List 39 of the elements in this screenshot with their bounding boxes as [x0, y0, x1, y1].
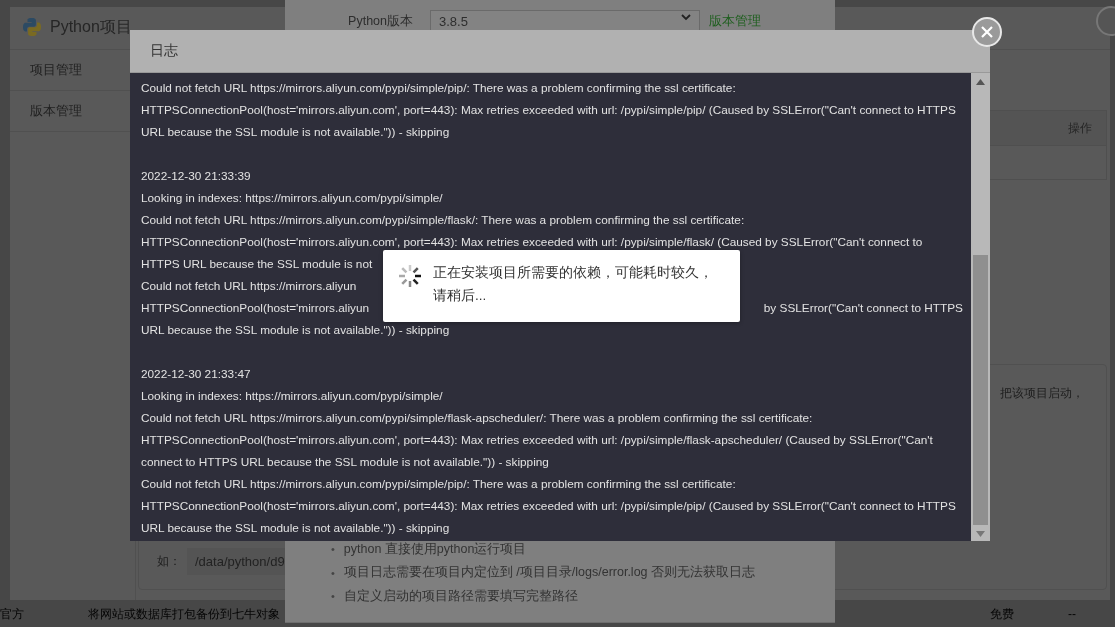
scroll-up-icon[interactable]	[976, 79, 985, 85]
log-line: by SSLError("Can't connect to HTTPS	[763, 300, 963, 317]
loading-message: 正在安装项目所需要的依赖，可能耗时较久，请稍后...	[433, 264, 714, 305]
log-line: HTTPSConnectionPool(host='mirrors.aliyun	[141, 300, 370, 317]
log-line: Could not fetch URL https://mirrors.aliyun.com/pypi/simple/flask-apscheduler/: There was a problem confirming the ssl certificate:	[141, 410, 813, 427]
table-cell-text: 免费	[990, 605, 1015, 623]
python-version-label: Python版本	[347, 13, 414, 28]
scroll-down-icon[interactable]	[976, 531, 985, 537]
log-line: Looking in indexes: https://mirrors.aliyun.com/pypi/simple/	[141, 388, 443, 405]
scrollbar[interactable]	[971, 73, 990, 541]
log-line: HTTPSConnectionPool(host='mirrors.aliyun.com', port=443): Max retries exceeded with url: /pypi/simple/flask-apscheduler/ (Caused by SSLError("Can't	[141, 432, 933, 449]
path-label: 如：	[157, 553, 181, 570]
dialog-title: 日志	[150, 42, 178, 60]
python-logo-icon	[22, 17, 42, 37]
log-line: connect to HTTPS URL because the SSL module is not available.")) - skipping	[141, 454, 549, 471]
log-line: Could not fetch URL https://mirrors.aliyun.com/pypi/simple/pip/: There was a problem confirming the ssl certificate:	[141, 80, 736, 97]
log-line: URL because the SSL module is not available.")) - skipping	[141, 520, 450, 537]
log-line: Could not fetch URL https://mirrors.aliyun	[141, 278, 357, 295]
version-manage-link[interactable]: 版本管理	[709, 10, 761, 28]
log-line: Looking in indexes: https://mirrors.aliyun.com/pypi/simple/	[141, 190, 443, 207]
table-cell-text: 官方	[0, 605, 25, 623]
log-line: 2022-12-30 21:33:47	[141, 366, 251, 383]
chevron-down-icon	[681, 14, 691, 21]
table-cell-text: --	[1068, 607, 1077, 621]
spinner-icon	[397, 263, 423, 289]
log-line: URL because the SSL module is not available.")) - skipping	[141, 124, 450, 141]
tip-text: 自定义启动的项目路径需要填写完整路径	[343, 588, 578, 604]
scroll-thumb[interactable]	[973, 255, 988, 525]
log-line: HTTPSConnectionPool(host='mirrors.aliyun.com', port=443): Max retries exceeded with url: /pypi/simple/flask/ (Caused by SSLError("Can't connect to	[141, 234, 923, 251]
close-icon	[980, 25, 994, 39]
log-line: HTTPSConnectionPool(host='mirrors.aliyun.com', port=443): Max retries exceeded with url: /pypi/simple/pip/ (Caused by SSLError("Can't connect to HTTPS	[141, 498, 956, 515]
log-line: HTTPS URL because the SSL module is not	[141, 256, 373, 273]
bullet: •	[331, 589, 335, 605]
log-line: 2022-12-30 21:33:39	[141, 168, 251, 185]
log-line: Could not fetch URL https://mirrors.aliyun.com/pypi/simple/pip/: There was a problem confirming the ssl certificate:	[141, 476, 736, 493]
table-cell-text: 将网站或数据库打包备份到七牛对象	[88, 605, 281, 623]
log-line: URL because the SSL module is not available.")) - skipping	[141, 322, 450, 339]
log-line: Could not fetch URL https://mirrors.aliyun.com/pypi/simple/flask/: There was a problem confirming the ssl certificate:	[141, 212, 745, 229]
log-line: HTTPSConnectionPool(host='mirrors.aliyun.com', port=443): Max retries exceeded with url: /pypi/simple/pip/ (Caused by SSLError("Can't connect to HTTPS	[141, 102, 956, 119]
